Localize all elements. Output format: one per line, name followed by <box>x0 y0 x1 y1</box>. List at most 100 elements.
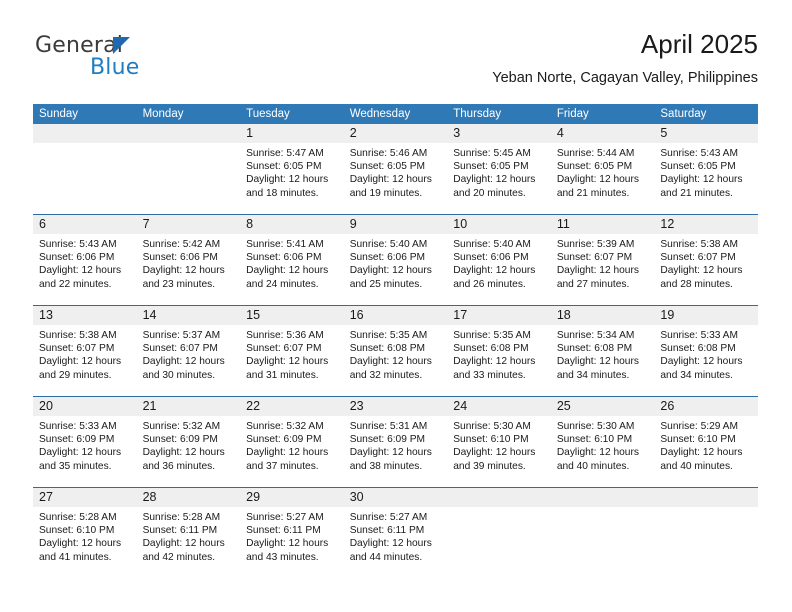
day-sun-details: Sunrise: 5:32 AM Sunset: 6:09 PM Daylight:… <box>240 416 344 473</box>
calendar-day-cell[interactable]: 24 Sunrise: 5:30 AM Sunset: 6:10 PM Dayligh… <box>447 396 551 488</box>
day-sun-details: Sunrise: 5:43 AM Sunset: 6:06 PM Daylight:… <box>33 234 137 291</box>
calendar-day-cell[interactable]: 17 Sunrise: 5:35 AM Sunset: 6:08 PM Dayligh… <box>447 305 551 397</box>
sunset-text: Sunset: 6:07 PM <box>660 252 736 264</box>
day-sun-details: Sunrise: 5:44 AM Sunset: 6:05 PM Daylight:… <box>551 143 655 200</box>
calendar-day-cell[interactable]: 28 Sunrise: 5:28 AM Sunset: 6:11 PM Dayligh… <box>136 487 241 578</box>
sunset-text: Sunset: 6:08 PM <box>660 343 736 355</box>
calendar-day-cell[interactable]: 30 Sunrise: 5:27 AM Sunset: 6:11 PM Dayligh… <box>343 487 448 578</box>
day-cell-inner: 30 Sunrise: 5:27 AM Sunset: 6:11 PM Dayligh… <box>343 488 448 578</box>
day-number: 6 <box>39 217 46 231</box>
sunset-text: Sunset: 6:10 PM <box>660 434 736 446</box>
day-sun-details: Sunrise: 5:38 AM Sunset: 6:07 PM Daylight:… <box>33 325 137 382</box>
sunset-text: Sunset: 6:10 PM <box>453 434 529 446</box>
daylight-text-line1: Daylight: 12 hours <box>556 265 639 277</box>
sunset-text: Sunset: 6:08 PM <box>453 343 529 355</box>
day-number: 10 <box>453 217 468 231</box>
day-sun-details: Sunrise: 5:33 AM Sunset: 6:09 PM Daylight:… <box>33 416 137 473</box>
calendar-day-cell[interactable]: 13 Sunrise: 5:38 AM Sunset: 6:07 PM Dayligh… <box>33 305 137 397</box>
day-number: 23 <box>349 399 364 413</box>
day-number-band: 15 <box>240 306 344 325</box>
calendar-day-cell[interactable]: 22 Sunrise: 5:32 AM Sunset: 6:09 PM Dayligh… <box>240 396 344 488</box>
calendar-day-cell[interactable]: 29 Sunrise: 5:27 AM Sunset: 6:11 PM Dayligh… <box>240 487 344 578</box>
calendar-day-cell[interactable]: 27 Sunrise: 5:28 AM Sunset: 6:10 PM Dayligh… <box>33 487 137 578</box>
sunset-text: Sunset: 6:09 PM <box>142 434 218 446</box>
calendar-day-cell[interactable]: 15 Sunrise: 5:36 AM Sunset: 6:07 PM Dayligh… <box>240 305 344 397</box>
day-number-band: 17 <box>447 306 551 325</box>
day-number-band <box>654 488 758 507</box>
calendar-day-cell[interactable]: 20 Sunrise: 5:33 AM Sunset: 6:09 PM Dayligh… <box>33 396 137 488</box>
day-sun-details: Sunrise: 5:41 AM Sunset: 6:06 PM Daylight:… <box>240 234 344 291</box>
day-number: 13 <box>39 308 53 322</box>
sunset-text: Sunset: 6:05 PM <box>246 161 322 173</box>
calendar-day-cell[interactable]: 26 Sunrise: 5:29 AM Sunset: 6:10 PM Dayligh… <box>654 396 758 488</box>
day-number-band: 24 <box>447 397 551 416</box>
daylight-text-line2: and 25 minutes. <box>349 278 423 290</box>
calendar-day-cell[interactable]: 8 Sunrise: 5:41 AM Sunset: 6:06 PM Daylight… <box>240 214 344 306</box>
calendar-day-cell[interactable]: 9 Sunrise: 5:40 AM Sunset: 6:06 PM Daylight… <box>343 214 448 306</box>
day-number-band: 9 <box>343 215 448 234</box>
day-number-band: 25 <box>550 397 655 416</box>
day-sun-details <box>137 143 241 147</box>
day-number: 11 <box>556 217 570 231</box>
daylight-text-line2: and 24 minutes. <box>246 278 319 290</box>
day-cell-inner: 28 Sunrise: 5:28 AM Sunset: 6:11 PM Dayligh… <box>136 488 241 578</box>
calendar-day-cell[interactable]: 5 Sunrise: 5:43 AM Sunset: 6:05 PM Daylight… <box>654 124 758 215</box>
day-number: 12 <box>660 217 675 231</box>
day-cell-inner: 21 Sunrise: 5:32 AM Sunset: 6:09 PM Dayligh… <box>136 397 241 487</box>
sunrise-text: Sunrise: 5:45 AM <box>453 148 531 159</box>
weekday-header-monday: Monday <box>136 104 241 124</box>
day-sun-details: Sunrise: 5:30 AM Sunset: 6:10 PM Daylight:… <box>551 416 655 473</box>
day-sun-details: Sunrise: 5:33 AM Sunset: 6:08 PM Daylight:… <box>654 325 758 382</box>
day-number: 9 <box>349 217 357 231</box>
calendar-day-cell[interactable]: 11 Sunrise: 5:39 AM Sunset: 6:07 PM Dayligh… <box>550 214 655 306</box>
generalblue-logo[interactable]: General Blue <box>35 33 215 83</box>
day-number: 4 <box>556 126 564 140</box>
day-number-band <box>136 124 241 143</box>
sunset-text: Sunset: 6:07 PM <box>246 343 322 355</box>
day-number: 24 <box>453 399 468 413</box>
calendar-day-cell[interactable]: 2 Sunrise: 5:46 AM Sunset: 6:05 PM Daylight… <box>343 124 448 215</box>
day-cell-inner: 9 Sunrise: 5:40 AM Sunset: 6:06 PM Daylight… <box>343 215 448 305</box>
sunset-text: Sunset: 6:05 PM <box>556 161 633 173</box>
sunrise-text: Sunrise: 5:33 AM <box>39 421 117 432</box>
calendar-day-cell[interactable]: 10 Sunrise: 5:40 AM Sunset: 6:06 PM Dayligh… <box>447 214 551 306</box>
day-sun-details: Sunrise: 5:27 AM Sunset: 6:11 PM Daylight:… <box>344 507 448 564</box>
calendar-day-cell[interactable]: 21 Sunrise: 5:32 AM Sunset: 6:09 PM Dayligh… <box>136 396 241 488</box>
day-number: 8 <box>246 217 254 231</box>
calendar-day-cell[interactable]: 19 Sunrise: 5:33 AM Sunset: 6:08 PM Dayligh… <box>654 305 758 397</box>
daylight-text-line2: and 21 minutes. <box>556 187 630 199</box>
daylight-text-line2: and 19 minutes. <box>349 187 423 199</box>
calendar-day-cell[interactable]: 6 Sunrise: 5:43 AM Sunset: 6:06 PM Daylight… <box>33 214 137 306</box>
calendar-day-cell[interactable]: 12 Sunrise: 5:38 AM Sunset: 6:07 PM Dayligh… <box>654 214 758 306</box>
day-number-band: 4 <box>550 124 655 143</box>
calendar-day-cell[interactable]: 3 Sunrise: 5:45 AM Sunset: 6:05 PM Daylight… <box>447 124 551 215</box>
daylight-text-line2: and 43 minutes. <box>246 551 319 563</box>
calendar-day-cell[interactable]: 7 Sunrise: 5:42 AM Sunset: 6:06 PM Daylight… <box>136 214 241 306</box>
sunset-text: Sunset: 6:10 PM <box>556 434 633 446</box>
calendar-week-row: 20 Sunrise: 5:33 AM Sunset: 6:09 PM Dayligh… <box>33 396 758 488</box>
weekday-header-thursday: Thursday <box>447 104 551 124</box>
day-cell-inner: 14 Sunrise: 5:37 AM Sunset: 6:07 PM Dayligh… <box>136 306 241 396</box>
calendar-day-cell[interactable]: 23 Sunrise: 5:31 AM Sunset: 6:09 PM Dayligh… <box>343 396 448 488</box>
day-number: 2 <box>349 126 357 140</box>
calendar-day-cell[interactable]: 18 Sunrise: 5:34 AM Sunset: 6:08 PM Dayligh… <box>550 305 655 397</box>
day-cell-inner: 24 Sunrise: 5:30 AM Sunset: 6:10 PM Dayligh… <box>447 397 551 487</box>
calendar-day-cell[interactable]: 1 Sunrise: 5:47 AM Sunset: 6:05 PM Daylight… <box>240 124 344 215</box>
day-cell-inner: 12 Sunrise: 5:38 AM Sunset: 6:07 PM Dayligh… <box>654 215 758 305</box>
weekday-header-saturday: Saturday <box>654 104 758 124</box>
day-number-band: 13 <box>33 306 137 325</box>
sunrise-text: Sunrise: 5:43 AM <box>660 148 738 159</box>
calendar-day-cell[interactable]: 25 Sunrise: 5:30 AM Sunset: 6:10 PM Dayligh… <box>550 396 655 488</box>
calendar-body: 1 Sunrise: 5:47 AM Sunset: 6:05 PM Daylight… <box>33 124 758 578</box>
day-cell-inner: 3 Sunrise: 5:45 AM Sunset: 6:05 PM Daylight… <box>447 124 551 214</box>
sunrise-text: Sunrise: 5:47 AM <box>246 148 324 159</box>
calendar-day-cell[interactable]: 4 Sunrise: 5:44 AM Sunset: 6:05 PM Daylight… <box>550 124 655 215</box>
calendar-day-cell[interactable]: 14 Sunrise: 5:37 AM Sunset: 6:07 PM Dayligh… <box>136 305 241 397</box>
day-cell-inner: 13 Sunrise: 5:38 AM Sunset: 6:07 PM Dayligh… <box>33 306 137 396</box>
day-number-band: 5 <box>654 124 758 143</box>
daylight-text-line1: Daylight: 12 hours <box>660 356 743 368</box>
calendar-day-cell[interactable]: 16 Sunrise: 5:35 AM Sunset: 6:08 PM Dayligh… <box>343 305 448 397</box>
sunrise-text: Sunrise: 5:30 AM <box>453 421 531 432</box>
page-header: General Blue April 2025 Yeban Norte, Cag… <box>0 0 792 96</box>
day-number-band: 1 <box>240 124 344 143</box>
